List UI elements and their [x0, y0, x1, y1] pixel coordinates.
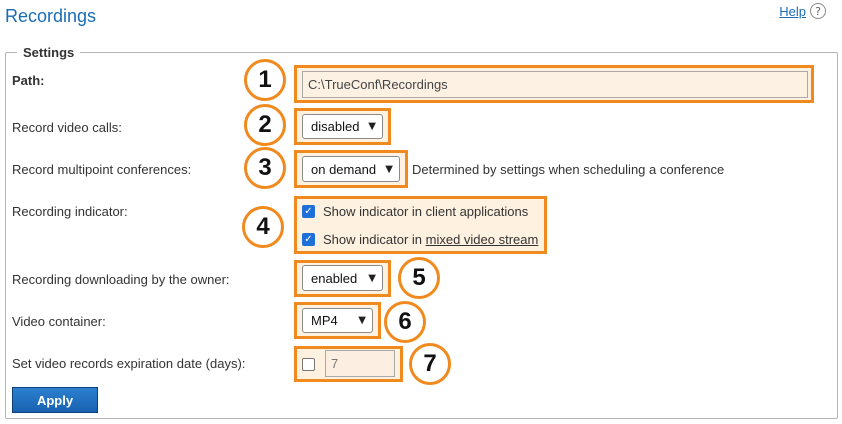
indicator-client-label: Show indicator in client applications — [323, 204, 529, 219]
record-multipoint-value: on demand — [311, 161, 377, 177]
marker-2: 2 — [244, 104, 286, 146]
indicator-mixed-checkbox[interactable]: ✓ — [302, 233, 315, 246]
indicator-mixed-label: Show indicator in mixed video stream — [323, 232, 538, 247]
help-link[interactable]: Help — [779, 4, 806, 19]
path-input[interactable]: C:\TrueConf\Recordings — [302, 71, 808, 98]
record-video-calls-label: Record video calls: — [12, 120, 122, 135]
marker-3: 3 — [244, 147, 286, 189]
downloading-owner-label: Recording downloading by the owner: — [12, 272, 230, 287]
chevron-down-icon: ▼ — [368, 272, 376, 284]
indicator-client-checkbox[interactable]: ✓ — [302, 205, 315, 218]
expiration-days-input[interactable]: 7 — [325, 350, 395, 377]
record-multipoint-select[interactable]: on demand ▼ — [302, 156, 400, 182]
video-container-select[interactable]: MP4 ▼ — [302, 308, 373, 333]
chevron-down-icon: ▼ — [358, 315, 366, 326]
video-container-label: Video container: — [12, 314, 106, 329]
expiration-checkbox[interactable] — [302, 358, 315, 371]
record-video-calls-value: disabled — [311, 119, 360, 134]
expiration-label: Set video records expiration date (days)… — [12, 356, 246, 371]
indicator-mixed-prefix: Show indicator in — [323, 232, 426, 247]
recording-indicator-label: Recording indicator: — [12, 204, 128, 219]
marker-5: 5 — [398, 257, 440, 299]
apply-button[interactable]: Apply — [12, 387, 98, 413]
record-multipoint-note: Determined by settings when scheduling a… — [412, 162, 725, 177]
chevron-down-icon: ▼ — [368, 121, 376, 132]
mixed-video-stream-link[interactable]: mixed video stream — [426, 232, 539, 247]
marker-1: 1 — [244, 59, 286, 101]
video-container-value: MP4 — [311, 313, 338, 328]
page-title: Recordings — [5, 6, 97, 26]
help-area: Help ? — [779, 3, 826, 19]
marker-7: 7 — [409, 343, 451, 385]
record-video-calls-select[interactable]: disabled ▼ — [302, 114, 383, 139]
downloading-owner-select[interactable]: enabled ▼ — [302, 265, 383, 291]
help-icon[interactable]: ? — [810, 3, 826, 19]
settings-legend: Settings — [17, 45, 81, 60]
record-multipoint-label: Record multipoint conferences: — [12, 162, 192, 177]
downloading-owner-value: enabled — [311, 270, 358, 286]
path-label: Path: — [12, 73, 45, 88]
chevron-down-icon: ▼ — [385, 163, 393, 175]
marker-6: 6 — [384, 301, 426, 343]
marker-4: 4 — [242, 206, 284, 248]
